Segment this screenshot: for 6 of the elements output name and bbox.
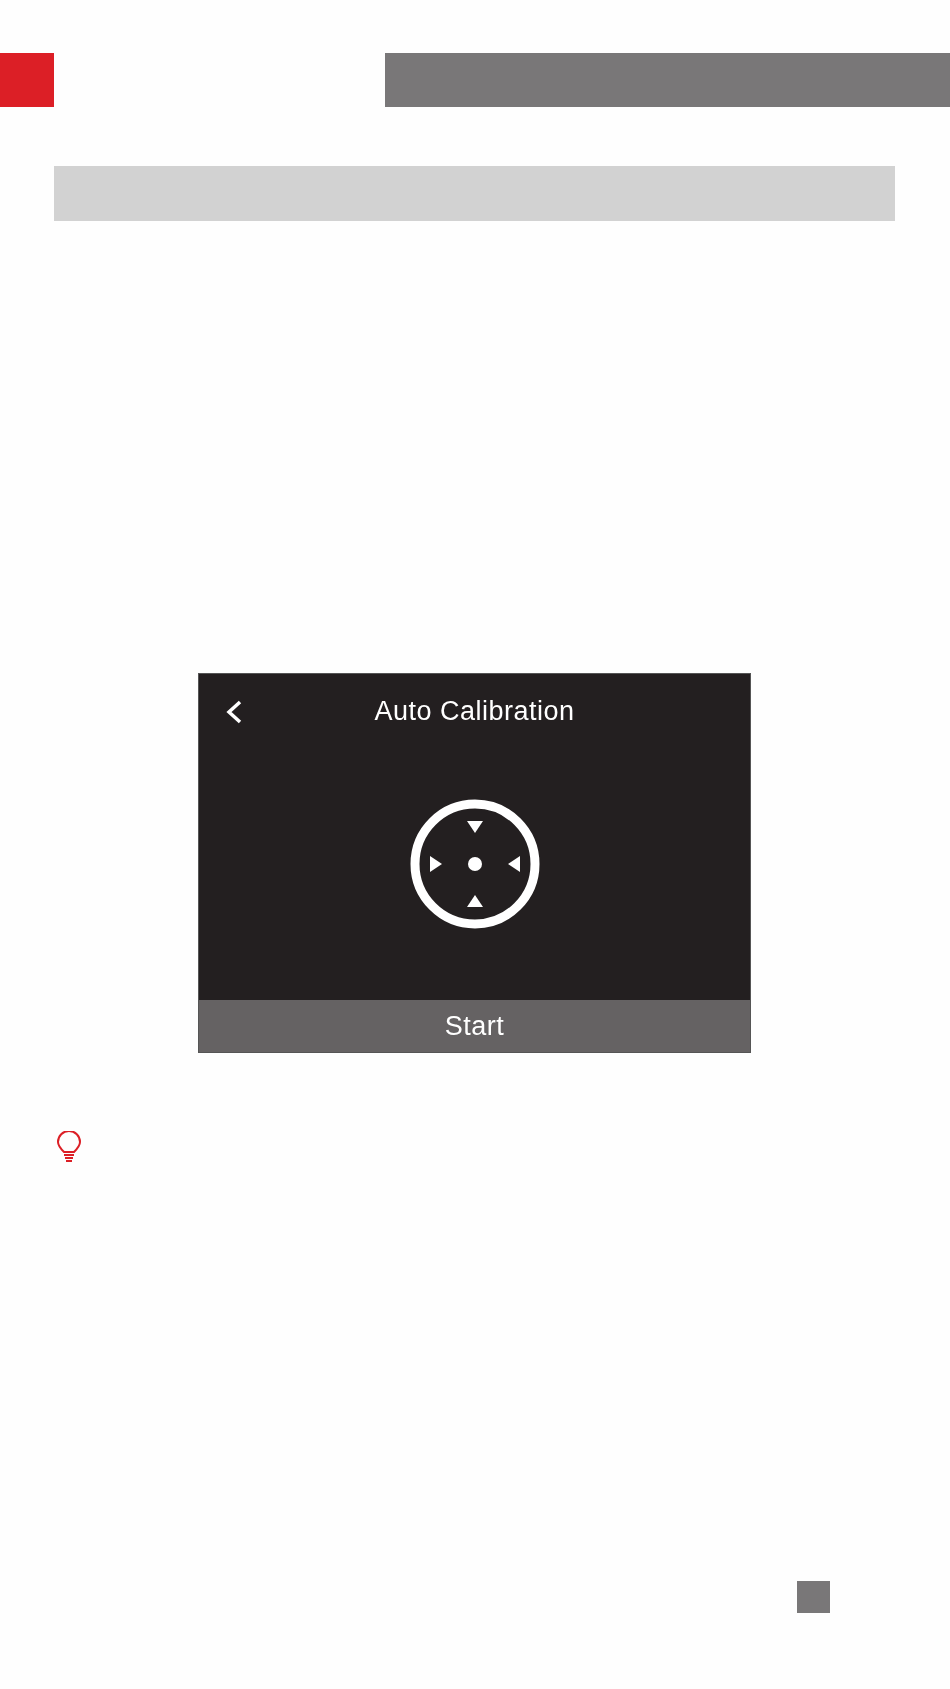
- joystick-icon: [408, 798, 541, 930]
- page-number-box: [797, 1581, 830, 1613]
- lightbulb-icon: [57, 1131, 81, 1163]
- screen-title: Auto Calibration: [374, 695, 575, 727]
- back-icon[interactable]: [225, 700, 243, 724]
- start-button[interactable]: Start: [199, 1000, 750, 1052]
